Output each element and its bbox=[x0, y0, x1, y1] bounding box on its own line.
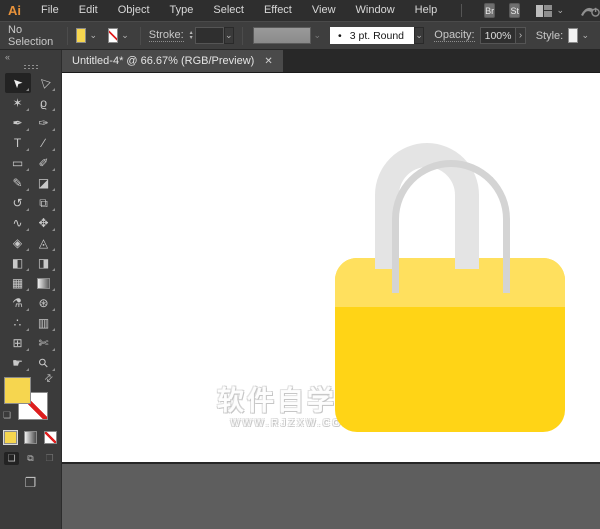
control-divider bbox=[242, 27, 243, 45]
style-chevron-down-icon[interactable]: ⌄ bbox=[578, 30, 592, 41]
workspace-switcher-icon[interactable] bbox=[536, 5, 552, 17]
menu-window[interactable]: Window bbox=[346, 0, 405, 21]
panel-grip-handle[interactable] bbox=[23, 64, 39, 69]
profile-value: 3 pt. Round bbox=[350, 30, 404, 42]
pencil-tool[interactable]: ✎ bbox=[5, 173, 31, 193]
opacity-field[interactable]: 100% bbox=[480, 27, 517, 44]
artboard-canvas[interactable]: 软件自学网 WWW.RJZXW.COM bbox=[62, 73, 600, 529]
profile-bullet: • bbox=[338, 30, 342, 42]
document-tab[interactable]: Untitled-4* @ 66.67% (RGB/Preview) ✕ bbox=[62, 50, 283, 72]
control-bar: No Selection ⌄ ⌄ Stroke: ▴▾ ⌄ ⌄ • 3 pt. … bbox=[0, 21, 600, 50]
selection-status: No Selection bbox=[8, 24, 53, 48]
menu-file[interactable]: File bbox=[31, 0, 69, 21]
live-paint-selection-tool[interactable]: ◨ bbox=[31, 253, 57, 273]
control-divider bbox=[67, 27, 68, 45]
screen-mode-button[interactable]: ❐ bbox=[0, 475, 61, 491]
document-tab-bar: Untitled-4* @ 66.67% (RGB/Preview) ✕ bbox=[62, 50, 600, 73]
cs-live-power-icon[interactable] bbox=[580, 4, 600, 18]
magic-wand-tool[interactable]: ✶ bbox=[5, 93, 31, 113]
stroke-weight-field[interactable] bbox=[195, 27, 224, 44]
draw-inside-button[interactable]: ❒ bbox=[42, 452, 57, 465]
opacity-label[interactable]: Opacity: bbox=[434, 29, 474, 42]
color-button[interactable] bbox=[4, 431, 17, 444]
tab-close-icon[interactable]: ✕ bbox=[264, 56, 272, 67]
workspace: « ➤ ▷ ✶ ϱ ✒ ✑ T ∕ ▭ ✐ ✎ ◪ ↺ ⧉ ∿ ✥ ◈ ◬ bbox=[0, 50, 600, 529]
slice-tool[interactable]: ✄ bbox=[31, 333, 57, 353]
padlock-shackle-shape[interactable] bbox=[375, 143, 479, 269]
mesh-tool[interactable]: ▦ bbox=[5, 273, 31, 293]
none-button[interactable] bbox=[44, 431, 57, 444]
type-tool[interactable]: T bbox=[5, 133, 31, 153]
artboard-tool[interactable]: ⊞ bbox=[5, 333, 31, 353]
live-paint-bucket-tool[interactable]: ◧ bbox=[5, 253, 31, 273]
pen-tool[interactable]: ✒ bbox=[5, 113, 31, 133]
menu-select[interactable]: Select bbox=[203, 0, 254, 21]
rectangle-tool[interactable]: ▭ bbox=[5, 153, 31, 173]
brush-chevron-down-icon[interactable]: ⌄ bbox=[311, 30, 325, 41]
stroke-weight-stepper[interactable]: ▴▾ bbox=[190, 31, 193, 41]
fill-chevron-down-icon[interactable]: ⌄ bbox=[86, 30, 100, 41]
perspective-grid-tool[interactable]: ◬ bbox=[31, 233, 57, 253]
gradient-button[interactable] bbox=[24, 431, 37, 444]
menu-effect[interactable]: Effect bbox=[254, 0, 302, 21]
eraser-tool[interactable]: ◪ bbox=[31, 173, 57, 193]
stroke-label[interactable]: Stroke: bbox=[149, 29, 184, 42]
workspace-chevron-down-icon[interactable]: ⌄ bbox=[556, 5, 564, 16]
menu-help[interactable]: Help bbox=[405, 0, 448, 21]
free-transform-tool[interactable]: ✥ bbox=[31, 213, 57, 233]
blend-tool[interactable]: ⊛ bbox=[31, 293, 57, 313]
document-area: Untitled-4* @ 66.67% (RGB/Preview) ✕ 软件自… bbox=[62, 50, 600, 529]
column-graph-tool[interactable]: ▥ bbox=[31, 313, 57, 333]
gradient-tool[interactable] bbox=[31, 273, 57, 293]
tool-grid: ➤ ▷ ✶ ϱ ✒ ✑ T ∕ ▭ ✐ ✎ ◪ ↺ ⧉ ∿ ✥ ◈ ◬ ◧ ◨ bbox=[0, 73, 61, 373]
drawing-modes-row: ❑ ⧉ ❒ bbox=[0, 452, 61, 465]
brushes-panel-button[interactable]: Br bbox=[484, 3, 495, 18]
paintbrush-tool[interactable]: ✐ bbox=[31, 153, 57, 173]
stroke-weight-chevron-icon[interactable]: ⌄ bbox=[224, 27, 234, 44]
brush-definition-preview[interactable] bbox=[253, 27, 311, 44]
pasteboard bbox=[62, 462, 600, 529]
paint-style-row bbox=[0, 431, 61, 444]
app-logo-icon[interactable]: Ai bbox=[8, 3, 21, 18]
menu-bar: Ai File Edit Object Type Select Effect V… bbox=[0, 0, 600, 21]
illustrator-window: Ai File Edit Object Type Select Effect V… bbox=[0, 0, 600, 529]
width-tool[interactable]: ∿ bbox=[5, 213, 31, 233]
curvature-pen-tool[interactable]: ✑ bbox=[31, 113, 57, 133]
direct-selection-tool[interactable]: ▷ bbox=[31, 73, 57, 93]
menu-object[interactable]: Object bbox=[108, 0, 160, 21]
hand-tool[interactable]: ☛ bbox=[5, 353, 31, 373]
fill-color-swatch[interactable] bbox=[76, 28, 86, 43]
line-segment-tool[interactable]: ∕ bbox=[31, 133, 57, 153]
scale-tool[interactable]: ⧉ bbox=[31, 193, 57, 213]
tools-panel: « ➤ ▷ ✶ ϱ ✒ ✑ T ∕ ▭ ✐ ✎ ◪ ↺ ⧉ ∿ ✥ ◈ ◬ bbox=[0, 50, 62, 529]
draw-normal-button[interactable]: ❑ bbox=[4, 452, 19, 465]
style-label: Style: bbox=[536, 30, 564, 42]
control-divider bbox=[140, 27, 141, 45]
shape-builder-tool[interactable]: ◈ bbox=[5, 233, 31, 253]
selection-tool[interactable]: ➤ bbox=[5, 73, 31, 93]
menu-view[interactable]: View bbox=[302, 0, 346, 21]
fill-stroke-block: ⇄ ❏ bbox=[0, 373, 61, 423]
variable-width-profile-dropdown[interactable]: • 3 pt. Round bbox=[330, 27, 414, 44]
fill-swatch-large[interactable] bbox=[4, 377, 31, 404]
lasso-tool[interactable]: ϱ bbox=[31, 93, 57, 113]
eyedropper-tool[interactable]: ⚗ bbox=[5, 293, 31, 313]
menubar-divider bbox=[461, 4, 462, 17]
document-tab-title: Untitled-4* @ 66.67% (RGB/Preview) bbox=[72, 55, 254, 67]
style-swatch[interactable] bbox=[568, 28, 578, 43]
swap-fill-stroke-icon[interactable]: ⇄ bbox=[42, 372, 56, 386]
menu-type[interactable]: Type bbox=[160, 0, 204, 21]
zoom-tool[interactable]: ⚲ bbox=[31, 353, 57, 373]
profile-chevron-down-icon[interactable]: ⌄ bbox=[414, 27, 424, 44]
menu-edit[interactable]: Edit bbox=[69, 0, 108, 21]
default-fill-stroke-icon[interactable]: ❏ bbox=[3, 410, 11, 421]
styles-panel-button[interactable]: St bbox=[509, 3, 520, 18]
collapse-panel-icon[interactable]: « bbox=[5, 52, 10, 62]
rotate-tool[interactable]: ↺ bbox=[5, 193, 31, 213]
opacity-expand-button[interactable]: › bbox=[516, 27, 525, 44]
stroke-chevron-down-icon[interactable]: ⌄ bbox=[118, 30, 132, 41]
draw-behind-button[interactable]: ⧉ bbox=[23, 452, 38, 465]
stroke-color-swatch[interactable] bbox=[108, 28, 118, 43]
symbol-sprayer-tool[interactable]: ∴ bbox=[5, 313, 31, 333]
